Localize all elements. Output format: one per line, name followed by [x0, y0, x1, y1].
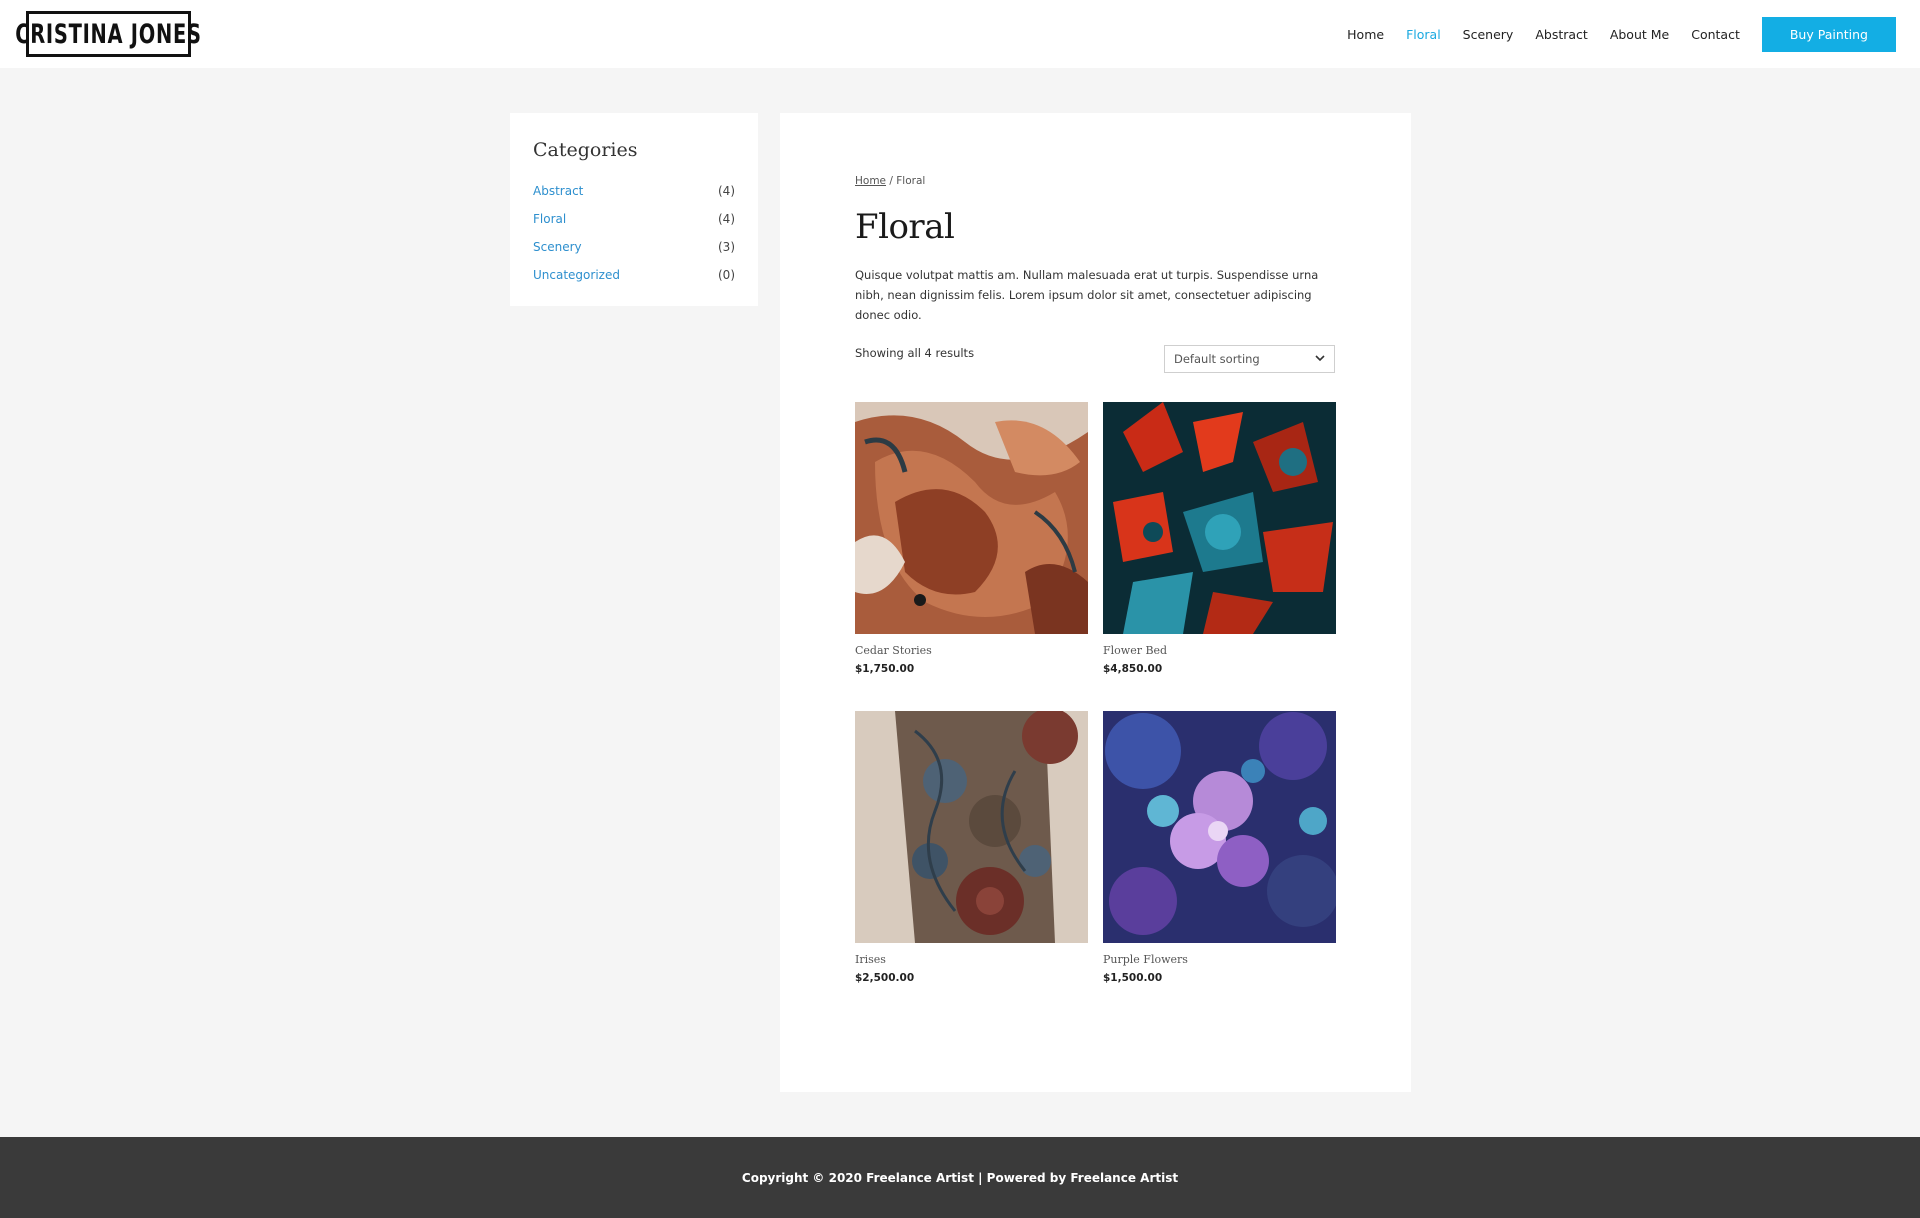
nav-floral[interactable]: Floral [1406, 27, 1441, 42]
category-count: (4) [718, 184, 735, 198]
product-card[interactable]: Cedar Stories $1,750.00 [855, 402, 1088, 675]
product-card[interactable]: Purple Flowers $1,500.00 [1103, 711, 1336, 984]
chevron-down-icon [1315, 354, 1325, 365]
buy-painting-button[interactable]: Buy Painting [1761, 17, 1896, 52]
nav-home[interactable]: Home [1347, 27, 1384, 42]
category-count: (0) [718, 268, 735, 282]
product-price: $1,750.00 [855, 663, 915, 675]
site-logo[interactable]: CRISTINA JONES [15, 11, 201, 57]
footer-copyright: Copyright © 2020 Freelance Artist | Powe… [741, 1170, 1179, 1185]
category-count: (4) [718, 212, 735, 226]
irises-painting-image[interactable] [855, 711, 1088, 943]
sort-select[interactable]: Default sorting [1164, 345, 1335, 373]
category-link-abstract[interactable]: Abstract [533, 184, 583, 198]
categories-title: Categories [533, 139, 638, 161]
sort-selected-value: Default sorting [1174, 352, 1260, 366]
product-price: $2,500.00 [855, 972, 915, 984]
category-link-uncategorized[interactable]: Uncategorized [533, 268, 620, 282]
site-header: CRISTINA JONES Home Floral Scenery Abstr… [0, 0, 1920, 68]
category-link-scenery[interactable]: Scenery [533, 240, 582, 254]
nav-abstract[interactable]: Abstract [1535, 27, 1587, 42]
category-count: (3) [718, 240, 735, 254]
breadcrumb-home[interactable]: Home [855, 175, 886, 187]
product-name[interactable]: Cedar Stories [855, 644, 1088, 657]
category-link-floral[interactable]: Floral [533, 212, 566, 226]
category-item-scenery: Scenery (3) [533, 233, 735, 261]
logo-text: CRISTINA JONES [15, 18, 202, 50]
shop-content: Home / Floral Floral Quisque volutpat ma… [780, 113, 1411, 1092]
product-price: $4,850.00 [1103, 663, 1163, 675]
main-nav: Home Floral Scenery Abstract About Me Co… [1347, 17, 1896, 52]
product-name[interactable]: Irises [855, 953, 1088, 966]
page-title: Floral [855, 207, 955, 247]
product-name[interactable]: Purple Flowers [1103, 953, 1336, 966]
product-card[interactable]: Irises $2,500.00 [855, 711, 1088, 984]
nav-scenery[interactable]: Scenery [1463, 27, 1514, 42]
product-card[interactable]: Flower Bed $4,850.00 [1103, 402, 1336, 675]
cedar-painting-image[interactable] [855, 402, 1088, 634]
breadcrumb: Home / Floral [855, 175, 925, 187]
nav-contact[interactable]: Contact [1691, 27, 1740, 42]
purple-flowers-painting-image[interactable] [1103, 711, 1336, 943]
site-footer: Copyright © 2020 Freelance Artist | Powe… [0, 1137, 1920, 1218]
category-description: Quisque volutpat mattis am. Nullam males… [855, 268, 1319, 322]
breadcrumb-current: Floral [896, 175, 926, 187]
category-item-floral: Floral (4) [533, 205, 735, 233]
result-count: Showing all 4 results [855, 346, 975, 360]
nav-about-me[interactable]: About Me [1610, 27, 1669, 42]
product-price: $1,500.00 [1103, 972, 1163, 984]
category-item-uncategorized: Uncategorized (0) [533, 261, 735, 289]
flower-bed-painting-image[interactable] [1103, 402, 1336, 634]
product-name[interactable]: Flower Bed [1103, 644, 1336, 657]
categories-widget: Categories Abstract (4) Floral (4) Scene… [510, 113, 758, 306]
category-item-abstract: Abstract (4) [533, 177, 735, 205]
